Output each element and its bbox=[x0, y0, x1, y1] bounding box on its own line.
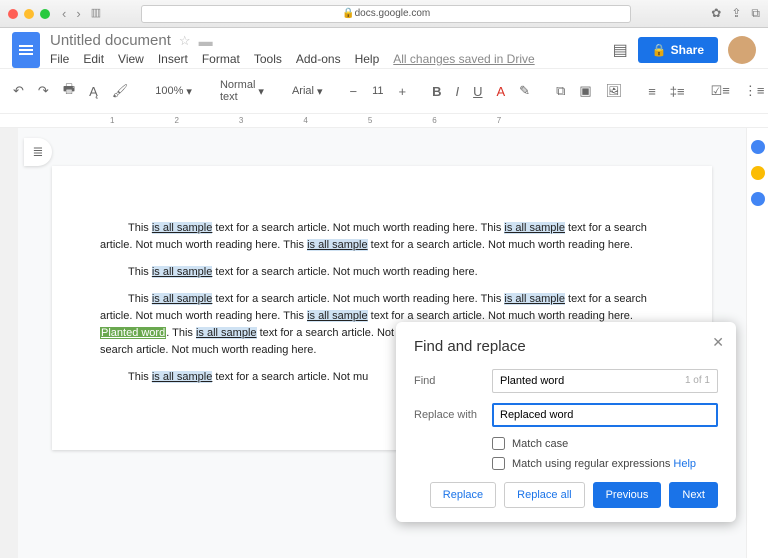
menu-addons[interactable]: Add-ons bbox=[296, 52, 341, 66]
app-header: Untitled document ☆ ▬ File Edit View Ins… bbox=[0, 28, 768, 68]
lock-icon: 🔒 bbox=[652, 43, 667, 57]
close-icon[interactable]: ✕ bbox=[712, 334, 724, 351]
replace-input[interactable]: Replaced word bbox=[492, 403, 718, 427]
menu-tools[interactable]: Tools bbox=[254, 52, 282, 66]
find-replace-dialog: ✕ Find and replace Find Planted word 1 o… bbox=[396, 322, 736, 522]
line-spacing-icon[interactable]: ‡≡ bbox=[667, 82, 688, 101]
find-count: 1 of 1 bbox=[685, 375, 710, 387]
align-icon[interactable]: ≡ bbox=[645, 82, 659, 101]
browser-chrome: ‹ › ▥ 🔒 docs.google.com ✿ ⇪ ⧉ bbox=[0, 0, 768, 28]
next-button[interactable]: Next bbox=[669, 482, 718, 508]
help-link[interactable]: Help bbox=[673, 458, 696, 470]
save-status[interactable]: All changes saved in Drive bbox=[393, 52, 534, 66]
ruler: 1234567 bbox=[0, 114, 768, 128]
docs-logo-icon[interactable] bbox=[12, 32, 40, 68]
image-icon[interactable]: 🖼 bbox=[603, 81, 626, 101]
forward-icon[interactable]: › bbox=[76, 6, 80, 21]
print-icon[interactable]: 🖶 bbox=[60, 78, 78, 104]
undo-icon[interactable]: ↶ bbox=[10, 81, 27, 101]
folder-icon[interactable]: ▬ bbox=[199, 33, 213, 49]
link-icon[interactable]: ⧉ bbox=[553, 81, 568, 101]
tabs-icon[interactable]: ⧉ bbox=[751, 6, 760, 21]
highlight-icon[interactable]: ✎ bbox=[516, 81, 533, 101]
url-text: docs.google.com bbox=[355, 8, 431, 19]
font-select[interactable]: Arial ▾ bbox=[288, 85, 327, 98]
search-match-highlight: Planted word bbox=[100, 327, 166, 339]
paragraph: This is all sample text for a search art… bbox=[100, 220, 664, 254]
menu-file[interactable]: File bbox=[50, 52, 69, 66]
side-panel bbox=[746, 128, 768, 558]
menu-view[interactable]: View bbox=[118, 52, 144, 66]
bulleted-list-icon[interactable]: ⋮≡ bbox=[741, 81, 768, 101]
checklist-icon[interactable]: ☑≡ bbox=[708, 81, 733, 101]
star-icon[interactable]: ☆ bbox=[179, 33, 191, 49]
match-regex-label: Match using regular expressions Help bbox=[512, 458, 696, 470]
spellcheck-icon[interactable]: Ą bbox=[86, 82, 101, 101]
lock-icon: 🔒 bbox=[342, 8, 354, 19]
find-input[interactable]: Planted word 1 of 1 bbox=[492, 369, 718, 393]
paint-format-icon[interactable]: 🖌 bbox=[109, 81, 132, 101]
sidebar-icon[interactable]: ▥ bbox=[91, 6, 101, 21]
keep-icon[interactable] bbox=[751, 166, 765, 180]
replace-button[interactable]: Replace bbox=[430, 482, 496, 508]
tasks-icon[interactable] bbox=[751, 192, 765, 206]
back-icon[interactable]: ‹ bbox=[62, 6, 66, 21]
match-regex-checkbox[interactable] bbox=[492, 457, 505, 470]
window-controls bbox=[8, 9, 50, 19]
find-label: Find bbox=[414, 375, 492, 387]
redo-icon[interactable]: ↷ bbox=[35, 81, 52, 101]
gear-icon[interactable]: ✿ bbox=[711, 6, 721, 21]
calendar-icon[interactable] bbox=[751, 140, 765, 154]
previous-button[interactable]: Previous bbox=[593, 482, 662, 508]
comment-icon[interactable]: ▣ bbox=[576, 81, 594, 101]
document-title[interactable]: Untitled document bbox=[50, 32, 171, 49]
menu-format[interactable]: Format bbox=[202, 52, 240, 66]
outline-toggle-icon[interactable]: ≣ bbox=[24, 138, 52, 166]
menu-help[interactable]: Help bbox=[355, 52, 380, 66]
match-case-checkbox[interactable] bbox=[492, 437, 505, 450]
maximize-window-icon[interactable] bbox=[40, 9, 50, 19]
underline-icon[interactable]: U bbox=[470, 82, 485, 101]
replace-label: Replace with bbox=[414, 409, 492, 421]
bold-icon[interactable]: B bbox=[429, 82, 444, 101]
menu-bar: File Edit View Insert Format Tools Add-o… bbox=[50, 52, 613, 66]
minimize-window-icon[interactable] bbox=[24, 9, 34, 19]
url-bar[interactable]: 🔒 docs.google.com bbox=[141, 5, 631, 23]
font-size[interactable]: 11 bbox=[368, 85, 387, 97]
close-window-icon[interactable] bbox=[8, 9, 18, 19]
style-select[interactable]: Normal text ▾ bbox=[216, 79, 268, 103]
share-button[interactable]: 🔒 Share bbox=[638, 37, 718, 63]
share-label: Share bbox=[671, 43, 704, 57]
menu-insert[interactable]: Insert bbox=[158, 52, 188, 66]
avatar[interactable] bbox=[728, 36, 756, 64]
menu-edit[interactable]: Edit bbox=[83, 52, 104, 66]
zoom-select[interactable]: 100% ▾ bbox=[151, 85, 196, 98]
replace-all-button[interactable]: Replace all bbox=[504, 482, 584, 508]
font-size-inc[interactable]: + bbox=[396, 82, 410, 101]
font-size-dec[interactable]: − bbox=[346, 82, 360, 101]
italic-icon[interactable]: I bbox=[452, 82, 462, 101]
comments-icon[interactable]: ▤ bbox=[613, 40, 628, 60]
dialog-title: Find and replace bbox=[414, 338, 718, 355]
paragraph: This is all sample text for a search art… bbox=[100, 264, 664, 281]
share-os-icon[interactable]: ⇪ bbox=[731, 6, 741, 21]
text-color-icon[interactable]: A bbox=[494, 82, 509, 101]
toolbar: ↶ ↷ 🖶 Ą 🖌 100% ▾ Normal text ▾ Arial ▾ −… bbox=[0, 68, 768, 114]
match-case-label: Match case bbox=[512, 438, 568, 450]
